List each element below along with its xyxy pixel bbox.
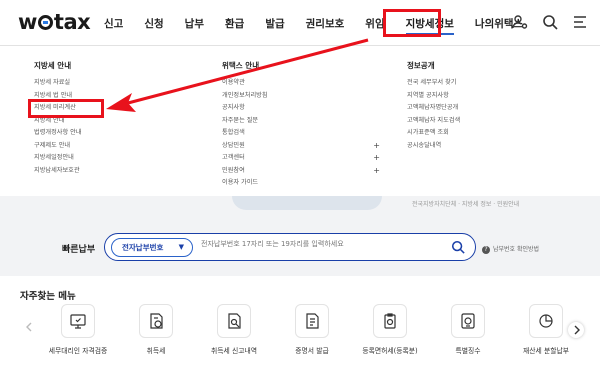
help-label: 납부번호 확인방법 [493, 246, 540, 253]
menu-item[interactable]: 지방납세자보호관 [34, 165, 154, 178]
menu-item-label: 상담민원 [222, 141, 245, 149]
pie-chart-icon [539, 314, 553, 328]
menu-item[interactable]: 이용약관 [222, 77, 380, 90]
favorite-item[interactable]: 취득세 [118, 304, 194, 355]
favorite-item[interactable]: 특별징수 [430, 304, 506, 355]
document-coin-icon [150, 313, 163, 329]
column-title: 위택스 안내 [222, 61, 260, 70]
hero-banner-strip: 전국지방자치단체 · 지방세 정보 · 민원안내 [0, 196, 600, 220]
menu-item[interactable]: 통합검색 [222, 127, 380, 140]
payment-number-type-select[interactable]: 전자납부번호 ▼ [111, 238, 193, 257]
favorite-label: 취득세 신고내역 [211, 347, 257, 355]
nav-pay[interactable]: 납부 [185, 16, 204, 31]
hero-caption: 전국지방자치단체 · 지방세 정보 · 민원안내 [412, 201, 520, 208]
menu-item[interactable]: 구제제도 안내 [34, 140, 154, 153]
mega-menu: 지방세 안내 지방세 자료실 지방세 법 안내 지방세 미리계산 지방세 안내 … [0, 46, 600, 196]
menu-item[interactable]: 지역별 공지사항 [407, 90, 527, 103]
nav-report[interactable]: 신고 [104, 16, 123, 31]
nav-delegate[interactable]: 위임 [365, 16, 384, 31]
payment-number-help-link[interactable]: ? 납부번호 확인방법 [482, 244, 539, 254]
payment-number-input[interactable] [201, 240, 431, 248]
chevron-left-icon[interactable] [22, 320, 36, 334]
certificate-check-icon [70, 314, 86, 329]
menu-item[interactable]: 공지사항 [222, 102, 380, 115]
select-value: 전자납부번호 [122, 243, 164, 252]
column-title: 지방세 안내 [34, 61, 72, 70]
document-print-icon [306, 313, 319, 329]
tablet-coin-icon [461, 313, 475, 329]
search-icon[interactable] [451, 240, 465, 254]
nav-highlight-annotation [383, 9, 441, 37]
favorite-label: 등록면허세(등록분) [362, 347, 418, 355]
user-settings-icon[interactable] [512, 14, 528, 30]
favorites-title: 자주찾는 메뉴 [20, 291, 76, 302]
search-icon[interactable] [542, 14, 558, 30]
favorite-label: 특별징수 [455, 347, 481, 355]
menu-item-expandable[interactable]: 민원참여 + [222, 165, 380, 178]
menu-item[interactable]: 시가표준액 조회 [407, 127, 527, 140]
favorite-item[interactable]: 등록면허세(등록분) [352, 304, 428, 355]
favorites-carousel: 세무대리인 자격검증 취득세 취득세 신고내역 증명서 발급 등록면허세(등록분… [40, 304, 569, 364]
nav-issue[interactable]: 발급 [265, 16, 284, 31]
favorite-item[interactable]: 취득세 신고내역 [196, 304, 272, 355]
menu-item[interactable]: 전국 세무부서 찾기 [407, 77, 527, 90]
clipboard-coin-icon [384, 313, 396, 329]
menu-item[interactable]: 개인정보처리방침 [222, 90, 380, 103]
menu-item[interactable]: 이용자 가이드 [222, 177, 380, 190]
chevron-down-icon: ▼ [178, 243, 184, 251]
menu-item[interactable]: 자주묻는 질문 [222, 115, 380, 128]
header-utility-icons [512, 14, 588, 30]
plus-icon[interactable]: + [373, 152, 380, 165]
column-title: 정보공개 [407, 61, 435, 70]
wetax-logo[interactable]: w tax [18, 10, 91, 34]
menu-item[interactable]: 고액체납자명단공개 [407, 102, 527, 115]
nav-apply[interactable]: 신청 [144, 16, 163, 31]
menu-item[interactable]: 법령개정사항 안내 [34, 127, 154, 140]
nav-rights[interactable]: 권리보호 [306, 16, 345, 31]
menu-item[interactable]: 공시송달내역 [407, 140, 527, 153]
plus-icon[interactable]: + [373, 165, 380, 178]
menu-item-label: 고객센터 [222, 154, 245, 161]
submenu-highlight-annotation [28, 99, 104, 118]
favorite-label: 세무대리인 자격검증 [48, 347, 108, 355]
site-header: w tax 신고 신청 납부 환급 발급 권리보호 위임 지방세정보 나의위택스 [0, 0, 600, 46]
menu-column-wetax-guide: 위택스 안내 이용약관 개인정보처리방침 공지사항 자주묻는 질문 통합검색 상… [222, 60, 380, 190]
main-nav: 신고 신청 납부 환급 발급 권리보호 위임 지방세정보 나의위택스 [104, 0, 544, 46]
favorite-label: 취득세 [146, 347, 166, 355]
menu-item[interactable]: 지방세 자료실 [34, 77, 154, 90]
quick-pay-label: 빠른납부 [62, 245, 96, 255]
quick-pay-search-bar: 전자납부번호 ▼ [104, 233, 476, 261]
quick-pay-section: 빠른납부 전자납부번호 ▼ ?납부번호 확인방법 [0, 220, 600, 276]
menu-column-info-disclosure: 정보공개 전국 세무부서 찾기 지역별 공지사항 고액체납자명단공개 고액체납자… [407, 60, 527, 152]
menu-item-expandable[interactable]: 상담민원 + [222, 140, 380, 153]
chevron-right-icon[interactable] [568, 322, 584, 338]
favorite-item[interactable]: 증명서 발급 [274, 304, 350, 355]
favorite-label: 재산세 분할납부 [523, 347, 569, 355]
favorite-item[interactable]: 세무대리인 자격검증 [40, 304, 116, 355]
menu-icon[interactable] [572, 14, 588, 30]
menu-item-label: 민원참여 [222, 166, 245, 174]
favorite-label: 증명서 발급 [295, 347, 329, 355]
plus-icon[interactable]: + [373, 140, 380, 153]
question-icon: ? [482, 246, 490, 254]
nav-refund[interactable]: 환급 [225, 16, 244, 31]
menu-column-local-tax: 지방세 안내 지방세 자료실 지방세 법 안내 지방세 미리계산 지방세 안내 … [34, 60, 154, 177]
menu-item[interactable]: 고액체납자 지도검색 [407, 115, 527, 128]
hero-illustration [232, 196, 382, 210]
menu-item-expandable[interactable]: 고객센터 + [222, 152, 380, 165]
menu-item[interactable]: 지방세일정안내 [34, 152, 154, 165]
document-search-icon [228, 313, 241, 329]
logo-e-mark-icon [37, 15, 53, 30]
